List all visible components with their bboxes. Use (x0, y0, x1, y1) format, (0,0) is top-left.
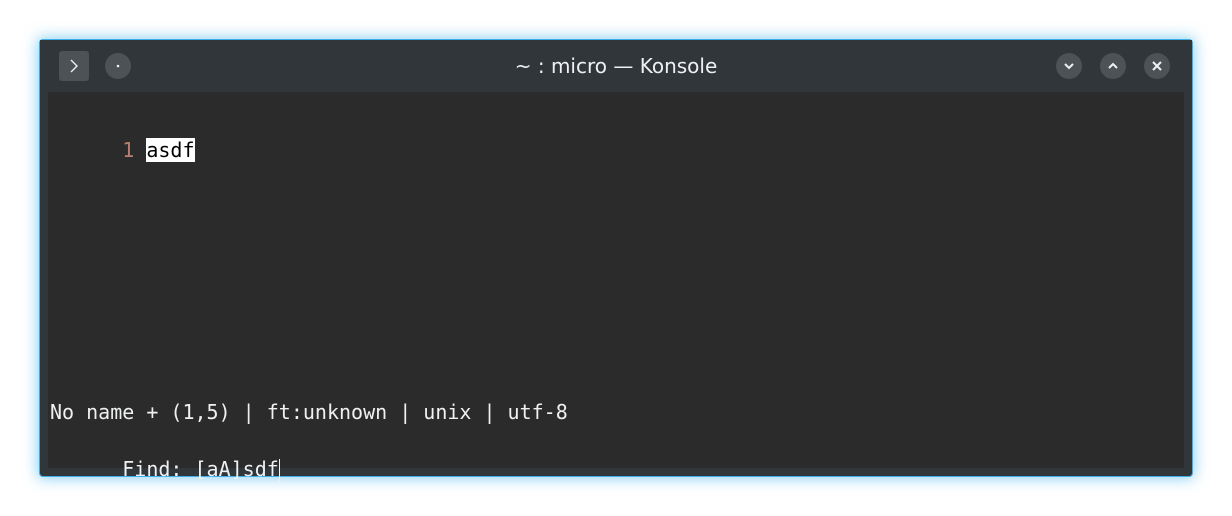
chevron-up-icon (1108, 62, 1118, 69)
line-number: 1 (122, 138, 135, 162)
status-bar: No name + (1,5) | ft:unknown | unix | ut… (50, 400, 568, 424)
minimize-button[interactable] (1056, 53, 1082, 79)
konsole-window: ~ : micro — Konsole 1 asdf No name + (1,… (40, 40, 1192, 483)
window-title: ~ : micro — Konsole (514, 54, 718, 78)
maximize-button[interactable] (1100, 53, 1126, 79)
editor-line[interactable]: 1 asdf (50, 108, 195, 162)
find-bar[interactable]: Find: [aA]sdf (50, 427, 280, 483)
text-cursor (278, 458, 280, 483)
chevron-down-icon (1064, 63, 1074, 70)
title-bar[interactable]: ~ : micro — Konsole (40, 40, 1192, 92)
find-input[interactable]: [aA]sdf (195, 457, 279, 481)
close-icon (1152, 61, 1162, 71)
terminal-area[interactable]: 1 asdf No name + (1,5) | ft:unknown | un… (48, 92, 1184, 483)
line-text[interactable]: asdf (146, 138, 195, 162)
find-prompt-label: Find: (122, 457, 195, 481)
close-button[interactable] (1144, 53, 1170, 79)
